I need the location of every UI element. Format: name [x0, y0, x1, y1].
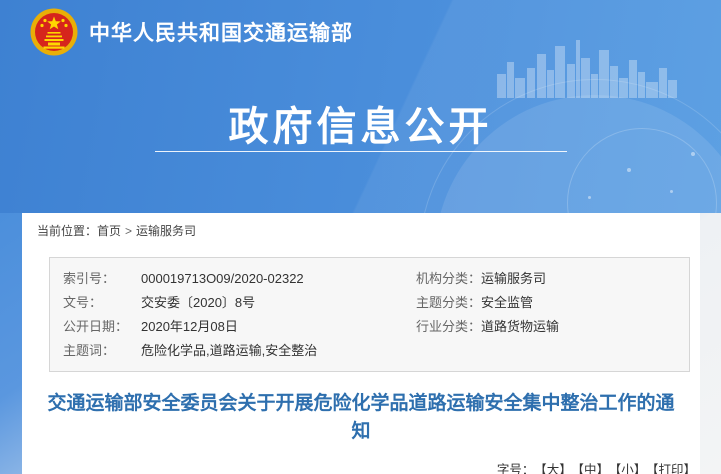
meta-value-index-number: 000019713O09/2020-02322 [141, 267, 416, 291]
content-panel: 当前位置：首页 > 运输服务司 索引号： 000019713O09/2020-023… [22, 213, 700, 474]
meta-label-empty [416, 339, 481, 363]
document-title: 交通运输部安全委员会关于开展危险化学品道路运输安全集中整治工作的通知 [42, 390, 680, 446]
city-skyline-icon [497, 40, 677, 98]
meta-value-keywords: 危险化学品,道路运输,安全整治 [141, 339, 416, 363]
document-meta-table: 索引号： 000019713O09/2020-02322 机构分类： 运输服务司… [49, 257, 690, 372]
table-row: 公开日期： 2020年12月08日 行业分类： 道路货物运输 [50, 315, 689, 339]
meta-value-industry-category: 道路货物运输 [481, 315, 689, 339]
breadcrumb-label: 当前位置： [37, 224, 97, 238]
meta-label-industry-category: 行业分类： [416, 315, 481, 339]
meta-label-doc-number: 文号： [63, 291, 141, 315]
font-size-controls: 字号： 【大】【中】【小】【打印】 [22, 459, 696, 474]
breadcrumb: 当前位置：首页 > 运输服务司 [22, 213, 700, 249]
print-button[interactable]: 【打印】 [652, 463, 696, 474]
table-row: 主题词： 危险化学品,道路运输,安全整治 [50, 339, 689, 363]
title-underline [155, 151, 567, 152]
network-dot-decoration [627, 168, 631, 172]
font-size-large-button[interactable]: 【大】 [540, 463, 571, 474]
meta-label-publish-date: 公开日期： [63, 315, 141, 339]
meta-value-topic-category: 安全监管 [481, 291, 689, 315]
font-size-small-button[interactable]: 【小】 [615, 463, 646, 474]
meta-value-doc-number: 交安委〔2020〕8号 [141, 291, 416, 315]
table-row: 文号： 交安委〔2020〕8号 主题分类： 安全监管 [50, 291, 689, 315]
meta-value-publish-date: 2020年12月08日 [141, 315, 416, 339]
meta-label-keywords: 主题词： [63, 339, 141, 363]
site-name: 中华人民共和国交通运输部 [89, 17, 353, 47]
breadcrumb-separator: > [125, 224, 132, 238]
banner: 中华人民共和国交通运输部 政府信息公开 [0, 0, 721, 213]
meta-value-org-category: 运输服务司 [481, 267, 689, 291]
breadcrumb-section-link[interactable]: 运输服务司 [136, 224, 196, 238]
meta-label-index-number: 索引号： [63, 267, 141, 291]
meta-value-empty [481, 339, 689, 363]
site-header: 中华人民共和国交通运输部 [30, 8, 353, 56]
table-row: 索引号： 000019713O09/2020-02322 机构分类： 运输服务司 [50, 267, 689, 291]
meta-label-topic-category: 主题分类： [416, 291, 481, 315]
network-dot-decoration [691, 152, 695, 156]
page-title: 政府信息公开 [0, 94, 721, 152]
network-dot-decoration [670, 190, 673, 193]
network-dot-decoration [588, 196, 591, 199]
national-emblem-icon [30, 8, 78, 56]
font-size-label: 字号： [497, 463, 535, 474]
font-size-medium-button[interactable]: 【中】 [578, 463, 609, 474]
meta-label-org-category: 机构分类： [416, 267, 481, 291]
breadcrumb-home-link[interactable]: 首页 [97, 224, 121, 238]
